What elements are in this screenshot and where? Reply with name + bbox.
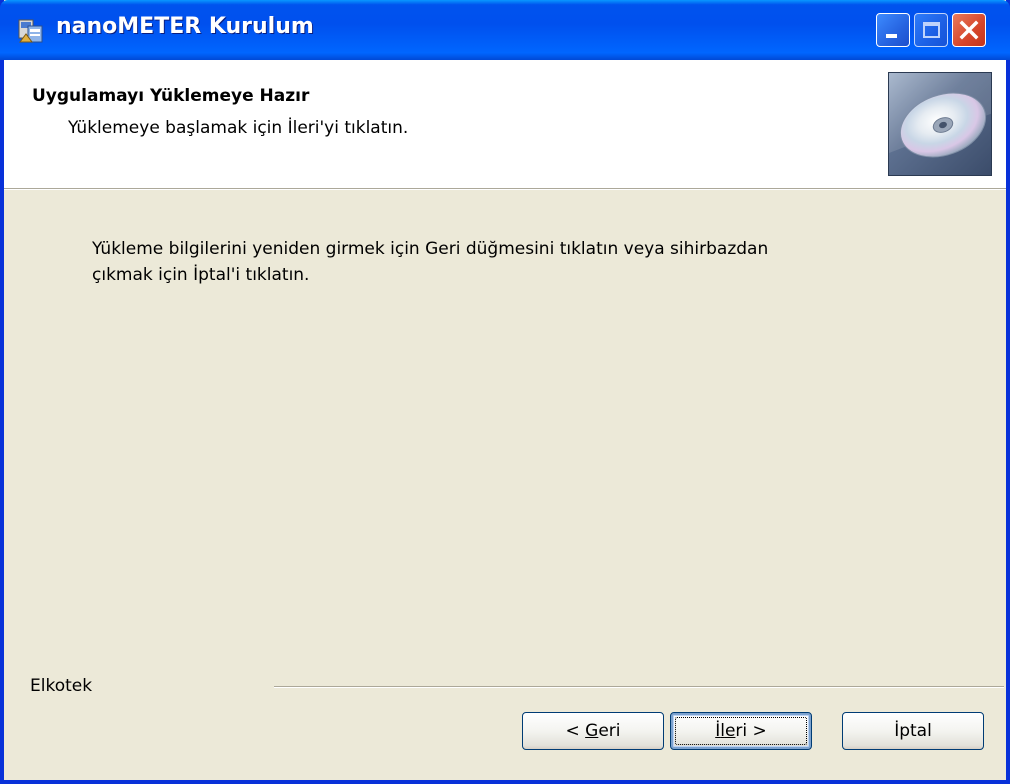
page-subtitle: Yüklemeye başlamak için İleri'yi tıklatı… [68, 118, 409, 138]
header-divider [4, 188, 1006, 190]
page-title: Uygulamayı Yüklemeye Hazır [32, 86, 310, 106]
next-button[interactable]: İleri > [670, 712, 812, 750]
maximize-icon [923, 22, 940, 38]
close-icon [959, 20, 979, 40]
company-name: Elkotek [30, 676, 93, 696]
cancel-button[interactable]: İptal [842, 712, 984, 750]
footer-divider [274, 686, 1004, 688]
header-panel: Uygulamayı Yüklemeye Hazır Yüklemeye baş… [4, 60, 1006, 188]
installer-window: nanoMETER Kurulum Uygulamayı Yüklemeye H… [0, 0, 1010, 784]
maximize-button[interactable] [914, 13, 948, 47]
minimize-button[interactable] [876, 13, 910, 47]
minimize-icon [886, 34, 897, 38]
instruction-text: Yükleme bilgilerini yeniden girmek için … [92, 236, 912, 288]
instruction-line-2: çıkmak için İptal'i tıklatın. [92, 265, 310, 285]
window-title: nanoMETER Kurulum [56, 14, 314, 39]
cd-icon [889, 73, 991, 158]
instruction-line-1: Yükleme bilgilerini yeniden girmek için … [92, 239, 769, 259]
title-bar[interactable]: nanoMETER Kurulum [0, 0, 1010, 60]
cd-graphic [888, 72, 992, 176]
close-button[interactable] [952, 13, 986, 47]
back-button[interactable]: < Geri [522, 712, 664, 750]
installer-icon [18, 19, 43, 43]
